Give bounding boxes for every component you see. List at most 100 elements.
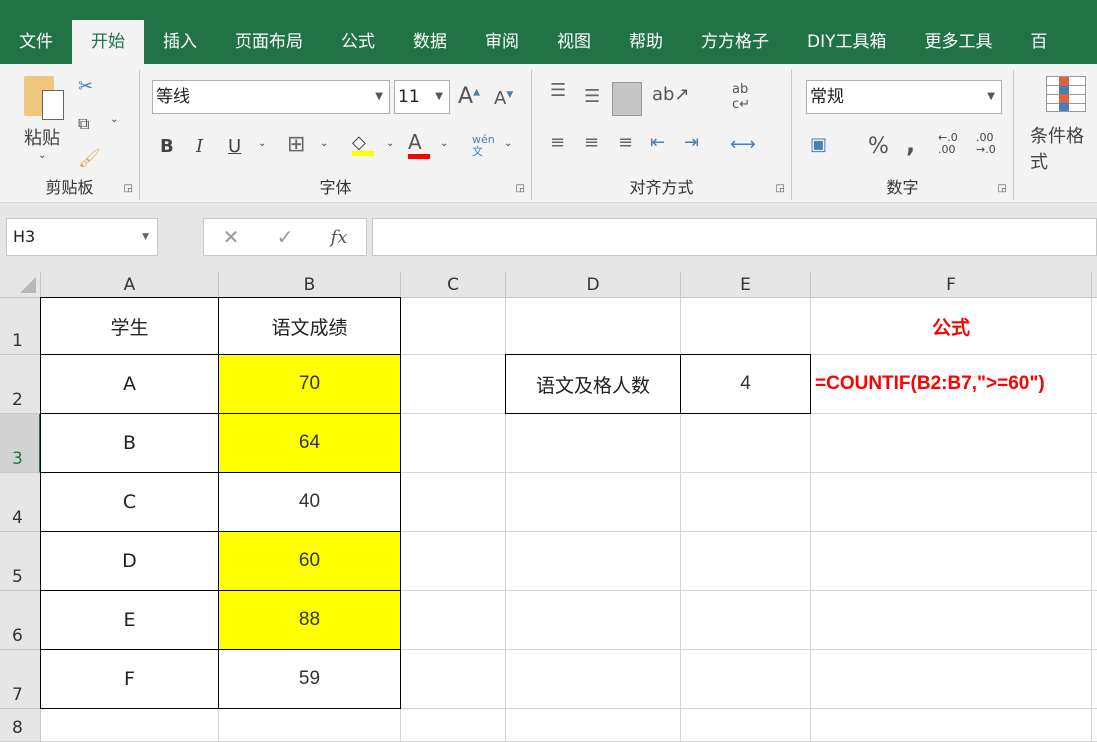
dialog-launcher-icon[interactable]: ◲	[124, 183, 133, 194]
cell-E6[interactable]	[681, 591, 811, 650]
tab-11[interactable]: 更多工具	[906, 20, 1012, 64]
cell-B8[interactable]	[219, 709, 401, 742]
font-color-dropdown-icon[interactable]: ⌄	[440, 138, 448, 149]
cell-A2[interactable]: A	[40, 354, 219, 414]
column-header-B[interactable]: B	[219, 272, 401, 298]
cell-B4[interactable]: 40	[218, 472, 401, 532]
cell-D1[interactable]	[506, 298, 681, 355]
cell-D6[interactable]	[506, 591, 681, 650]
decrease-decimal-button[interactable]: .00 →.0	[976, 132, 1006, 156]
cell-B3[interactable]: 64	[218, 413, 401, 473]
name-box[interactable]: H3 ▼	[6, 218, 158, 256]
tab-5[interactable]: 数据	[394, 20, 466, 64]
cell-A8[interactable]	[41, 709, 219, 742]
cell-C1[interactable]	[401, 298, 506, 355]
conditional-format-button[interactable]: 条件格式	[1030, 122, 1097, 174]
increase-decimal-button[interactable]: ←.0 .00	[938, 132, 968, 156]
column-header-G[interactable]	[1092, 272, 1097, 298]
cell-F6[interactable]	[811, 591, 1092, 650]
phonetic-icon[interactable]: wén 文	[472, 134, 495, 158]
cell-D2[interactable]: 语文及格人数	[505, 354, 681, 414]
cell-C5[interactable]	[401, 532, 506, 591]
dialog-launcher-icon[interactable]: ◲	[998, 183, 1007, 194]
paste-dropdown-icon[interactable]: ⌄	[38, 150, 46, 161]
cancel-icon[interactable]: ✕	[223, 225, 240, 249]
borders-dropdown-icon[interactable]: ⌄	[320, 138, 328, 149]
enter-icon[interactable]: ✓	[277, 225, 294, 249]
tab-2[interactable]: 插入	[144, 20, 216, 64]
orientation-icon[interactable]: ab↗	[652, 84, 690, 105]
cell-D7[interactable]	[506, 650, 681, 709]
tab-7[interactable]: 视图	[538, 20, 610, 64]
percent-button[interactable]: %	[868, 134, 889, 159]
cell-G3[interactable]	[1092, 414, 1097, 473]
tab-1[interactable]: 开始	[72, 20, 144, 64]
copy-icon[interactable]: ⧉	[78, 114, 89, 134]
cell-A7[interactable]: F	[40, 649, 219, 709]
column-header-E[interactable]: E	[681, 272, 811, 298]
cell-D4[interactable]	[506, 473, 681, 532]
column-header-F[interactable]: F	[811, 272, 1092, 298]
accounting-format-icon[interactable]: ▣	[810, 134, 827, 155]
row-header-5[interactable]: 5	[0, 532, 41, 591]
increase-indent-icon[interactable]: ⇥	[684, 132, 699, 153]
cell-D5[interactable]	[506, 532, 681, 591]
align-right-icon[interactable]: ≡	[618, 132, 633, 153]
paste-button[interactable]: 粘贴	[24, 124, 60, 150]
underline-button[interactable]: U	[228, 136, 241, 157]
row-header-6[interactable]: 6	[0, 591, 41, 650]
cell-E2[interactable]: 4	[680, 354, 811, 414]
cell-E3[interactable]	[681, 414, 811, 473]
cell-F7[interactable]	[811, 650, 1092, 709]
cell-B5[interactable]: 60	[218, 531, 401, 591]
fill-dropdown-icon[interactable]: ⌄	[386, 138, 394, 149]
align-center-icon[interactable]: ≡	[584, 132, 599, 153]
conditional-format-icon[interactable]	[1046, 76, 1086, 112]
cell-G4[interactable]	[1092, 473, 1097, 532]
cell-G5[interactable]	[1092, 532, 1097, 591]
cell-A3[interactable]: B	[40, 413, 219, 473]
cell-F8[interactable]	[811, 709, 1092, 742]
cell-G8[interactable]	[1092, 709, 1097, 742]
tab-4[interactable]: 公式	[322, 20, 394, 64]
font-color-icon[interactable]: A	[408, 130, 430, 159]
cell-A1[interactable]: 学生	[40, 297, 219, 355]
cell-G1[interactable]	[1092, 298, 1097, 355]
number-format-select[interactable]: 常规 ▼	[806, 80, 1002, 114]
comma-button[interactable]: ,	[906, 130, 915, 158]
cell-F5[interactable]	[811, 532, 1092, 591]
tab-10[interactable]: DIY工具箱	[788, 20, 906, 64]
fill-color-icon[interactable]: ◇	[352, 132, 374, 156]
tab-9[interactable]: 方方格子	[682, 20, 788, 64]
cell-F2[interactable]: =COUNTIF(B2:B7,">=60")	[811, 355, 1092, 414]
cell-D8[interactable]	[506, 709, 681, 742]
copy-dropdown-icon[interactable]: ⌄	[110, 114, 118, 125]
cell-C6[interactable]	[401, 591, 506, 650]
format-painter-icon[interactable]: 🖌	[78, 148, 101, 169]
font-name-select[interactable]: 等线 ▼	[152, 80, 390, 114]
cell-E7[interactable]	[681, 650, 811, 709]
select-all-corner[interactable]	[0, 272, 41, 298]
cell-C8[interactable]	[401, 709, 506, 742]
row-header-2[interactable]: 2	[0, 355, 41, 414]
italic-button[interactable]: I	[196, 136, 203, 157]
cell-C3[interactable]	[401, 414, 506, 473]
dialog-launcher-icon[interactable]: ◲	[776, 183, 785, 194]
cell-F1[interactable]: 公式	[811, 298, 1092, 355]
cell-E1[interactable]	[681, 298, 811, 355]
row-header-7[interactable]: 7	[0, 650, 41, 709]
tab-0[interactable]: 文件	[0, 20, 72, 64]
insert-function-button[interactable]: fx	[331, 227, 348, 248]
cell-B6[interactable]: 88	[218, 590, 401, 650]
cell-C2[interactable]	[401, 355, 506, 414]
cell-D3[interactable]	[506, 414, 681, 473]
cell-B1[interactable]: 语文成绩	[218, 297, 401, 355]
font-size-select[interactable]: 11 ▼	[394, 80, 450, 114]
cell-A5[interactable]: D	[40, 531, 219, 591]
align-left-icon[interactable]: ≡	[550, 132, 565, 153]
cell-F4[interactable]	[811, 473, 1092, 532]
phonetic-dropdown-icon[interactable]: ⌄	[504, 138, 512, 149]
cell-E5[interactable]	[681, 532, 811, 591]
bold-button[interactable]: B	[160, 136, 174, 157]
formula-input[interactable]	[372, 218, 1097, 256]
